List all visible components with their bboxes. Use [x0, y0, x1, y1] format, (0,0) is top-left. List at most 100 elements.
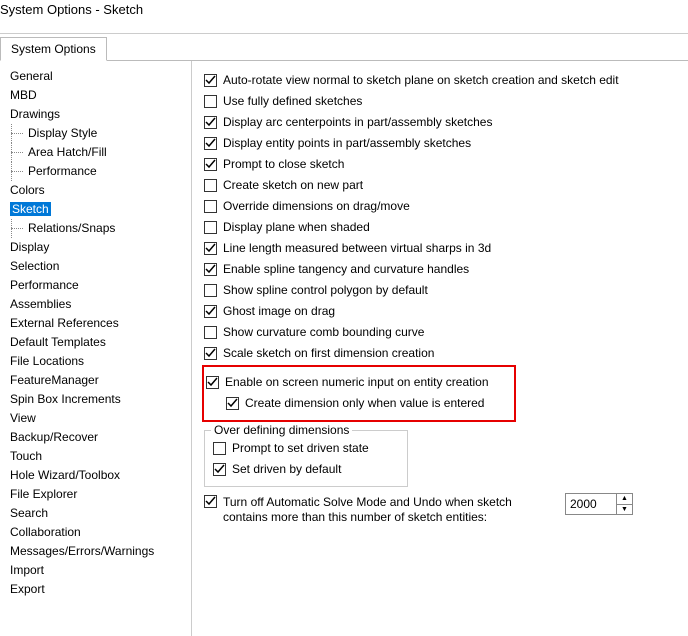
checkbox-create-sketch-on-new-part[interactable]: Create sketch on new part: [204, 175, 682, 195]
checkbox-display-entity-points-in-part-assembly-s[interactable]: Display entity points in part/assembly s…: [204, 133, 682, 153]
checkbox-label: Display arc centerpoints in part/assembl…: [223, 112, 492, 132]
checkbox-label: Prompt to set driven state: [232, 438, 369, 458]
tab-system-options[interactable]: System Options: [0, 37, 107, 61]
checkbox-show-spline-control-polygon-by-default[interactable]: Show spline control polygon by default: [204, 280, 682, 300]
checkbox-icon: [204, 158, 217, 171]
checkbox-prompt-to-close-sketch[interactable]: Prompt to close sketch: [204, 154, 682, 174]
checkbox-display-plane-when-shaded[interactable]: Display plane when shaded: [204, 217, 682, 237]
sidebar-item-colors[interactable]: Colors: [8, 181, 191, 200]
checkbox-icon: [204, 95, 217, 108]
sidebar-item-display[interactable]: Display: [8, 238, 191, 257]
checkbox-icon: [204, 74, 217, 87]
checkbox-icon: [204, 137, 217, 150]
sidebar-item-performance[interactable]: Performance: [8, 162, 191, 181]
sidebar-item-external-references[interactable]: External References: [8, 314, 191, 333]
checkbox-label: Show spline control polygon by default: [223, 280, 428, 300]
checkbox-override-dimensions-on-drag-move[interactable]: Override dimensions on drag/move: [204, 196, 682, 216]
sidebar-item-label: General: [10, 69, 53, 83]
sidebar-item-label: Hole Wizard/Toolbox: [10, 468, 120, 482]
checkbox-icon: [204, 242, 217, 255]
checkbox-label: Enable on screen numeric input on entity…: [225, 372, 489, 392]
sidebar-item-label: FeatureManager: [10, 373, 99, 387]
sidebar-item-collaboration[interactable]: Collaboration: [8, 523, 191, 542]
sidebar-item-label: Default Templates: [10, 335, 106, 349]
checkbox-icon: [204, 495, 217, 508]
options-list: Auto-rotate view normal to sketch plane …: [204, 70, 682, 363]
checkbox-prompt-to-set-driven-state[interactable]: Prompt to set driven state: [213, 438, 399, 458]
sidebar-item-label: Area Hatch/Fill: [28, 145, 107, 159]
sidebar-item-label: MBD: [10, 88, 37, 102]
checkbox-auto-rotate-view-normal-to-sketch-plane-[interactable]: Auto-rotate view normal to sketch plane …: [204, 70, 682, 90]
sidebar-item-label: View: [10, 411, 36, 425]
sidebar-item-display-style[interactable]: Display Style: [8, 124, 191, 143]
sidebar-item-label: Colors: [10, 183, 45, 197]
sidebar-item-spin-box-increments[interactable]: Spin Box Increments: [8, 390, 191, 409]
sidebar-item-drawings[interactable]: Drawings: [8, 105, 191, 124]
sidebar-item-general[interactable]: General: [8, 67, 191, 86]
checkbox-create-dimension-on-value[interactable]: Create dimension only when value is ente…: [226, 393, 508, 413]
checkbox-icon: [204, 305, 217, 318]
sidebar-item-label: Import: [10, 563, 44, 577]
sidebar-item-sketch[interactable]: Sketch: [8, 200, 191, 219]
spinner-down-icon[interactable]: ▼: [617, 505, 632, 515]
sidebar-item-featuremanager[interactable]: FeatureManager: [8, 371, 191, 390]
sidebar-item-file-locations[interactable]: File Locations: [8, 352, 191, 371]
checkbox-label: Use fully defined sketches: [223, 91, 362, 111]
checkbox-enable-numeric-input[interactable]: Enable on screen numeric input on entity…: [206, 372, 508, 392]
sidebar-item-hole-wizard-toolbox[interactable]: Hole Wizard/Toolbox: [8, 466, 191, 485]
sidebar-item-assemblies[interactable]: Assemblies: [8, 295, 191, 314]
sidebar-item-import[interactable]: Import: [8, 561, 191, 580]
sidebar-item-export[interactable]: Export: [8, 580, 191, 599]
sidebar-item-view[interactable]: View: [8, 409, 191, 428]
sidebar-item-default-templates[interactable]: Default Templates: [8, 333, 191, 352]
content: Auto-rotate view normal to sketch plane …: [192, 61, 688, 636]
sidebar-item-messages-errors-warnings[interactable]: Messages/Errors/Warnings: [8, 542, 191, 561]
sidebar-item-file-explorer[interactable]: File Explorer: [8, 485, 191, 504]
checkbox-ghost-image-on-drag[interactable]: Ghost image on drag: [204, 301, 682, 321]
checkbox-enable-spline-tangency-and-curvature-han[interactable]: Enable spline tangency and curvature han…: [204, 259, 682, 279]
checkbox-display-arc-centerpoints-in-part-assembl[interactable]: Display arc centerpoints in part/assembl…: [204, 112, 682, 132]
sidebar-item-mbd[interactable]: MBD: [8, 86, 191, 105]
sidebar-item-relations-snaps[interactable]: Relations/Snaps: [8, 219, 191, 238]
sidebar: General MBD Drawings Display Style Area Hatc…: [0, 61, 192, 636]
checkbox-use-fully-defined-sketches[interactable]: Use fully defined sketches: [204, 91, 682, 111]
sidebar-item-label: Export: [10, 582, 45, 596]
checkbox-label: Show curvature comb bounding curve: [223, 322, 424, 342]
checkbox-icon: [204, 116, 217, 129]
checkbox-icon: [226, 397, 239, 410]
checkbox-label: Enable spline tangency and curvature han…: [223, 259, 469, 279]
spinner-up-icon[interactable]: ▲: [617, 494, 632, 505]
group-over-defining: Over defining dimensions Prompt to set d…: [204, 430, 408, 487]
sidebar-item-performance[interactable]: Performance: [8, 276, 191, 295]
sidebar-item-touch[interactable]: Touch: [8, 447, 191, 466]
checkbox-label: Line length measured between virtual sha…: [223, 238, 491, 258]
sidebar-item-area-hatch-fill[interactable]: Area Hatch/Fill: [8, 143, 191, 162]
checkbox-label: Create sketch on new part: [223, 175, 363, 195]
sidebar-item-selection[interactable]: Selection: [8, 257, 191, 276]
checkbox-show-curvature-comb-bounding-curve[interactable]: Show curvature comb bounding curve: [204, 322, 682, 342]
tab-row: System Options: [0, 36, 688, 61]
checkbox-set-driven-by-default[interactable]: Set driven by default: [213, 459, 399, 479]
checkbox-icon: [204, 326, 217, 339]
checkbox-icon: [204, 347, 217, 360]
entity-count-input[interactable]: [566, 494, 616, 514]
sidebar-item-backup-recover[interactable]: Backup/Recover: [8, 428, 191, 447]
window-title: System Options - Sketch: [0, 0, 688, 19]
checkbox-icon: [204, 284, 217, 297]
group-legend: Over defining dimensions: [211, 423, 352, 437]
sidebar-item-search[interactable]: Search: [8, 504, 191, 523]
checkbox-auto-solve[interactable]: Turn off Automatic Solve Mode and Undo w…: [204, 495, 682, 525]
divider: [0, 33, 688, 34]
checkbox-label: Set driven by default: [232, 459, 341, 479]
sidebar-item-label: Backup/Recover: [10, 430, 98, 444]
checkbox-icon: [206, 376, 219, 389]
sidebar-item-label: File Locations: [10, 354, 84, 368]
checkbox-line-length-measured-between-virtual-sha[interactable]: Line length measured between virtual sha…: [204, 238, 682, 258]
sidebar-item-label: Performance: [28, 164, 97, 178]
checkbox-scale-sketch-on-first-dimension-creation[interactable]: Scale sketch on first dimension creation: [204, 343, 682, 363]
checkbox-label: Display entity points in part/assembly s…: [223, 133, 471, 153]
body: General MBD Drawings Display Style Area Hatc…: [0, 61, 688, 636]
checkbox-icon: [213, 442, 226, 455]
sidebar-item-label: Display Style: [28, 126, 97, 140]
entity-count-spinner[interactable]: ▲ ▼: [565, 493, 633, 515]
